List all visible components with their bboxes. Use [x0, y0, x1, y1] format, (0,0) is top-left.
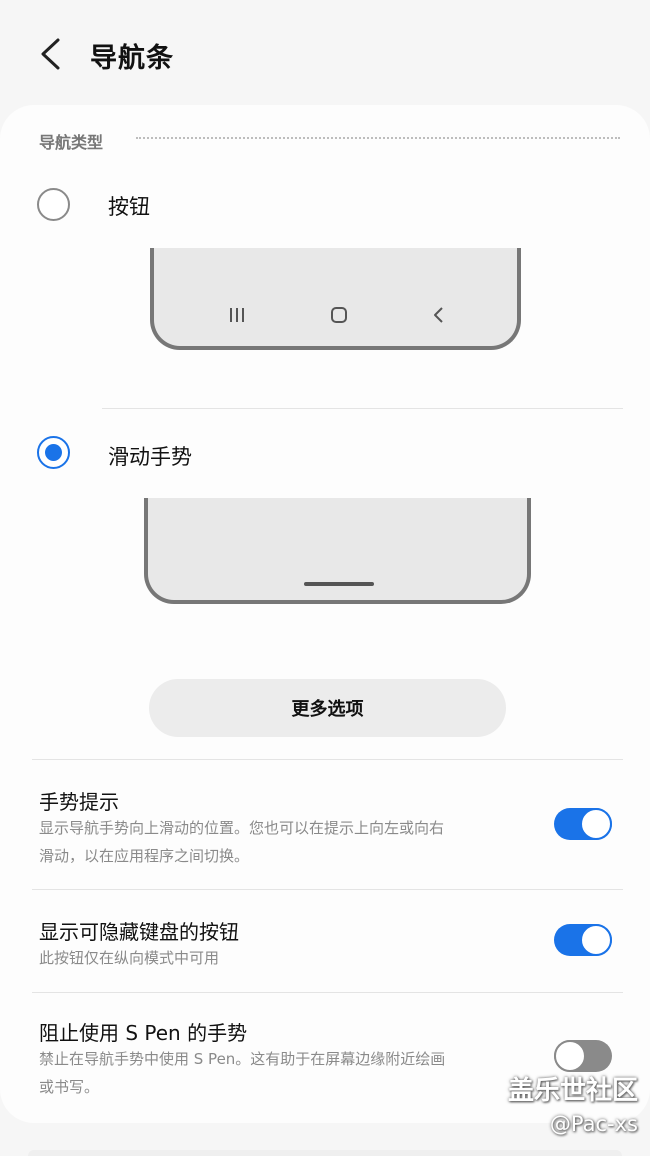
setting-divider	[32, 889, 623, 890]
gesture-hint-title[interactable]: 手势提示	[39, 786, 119, 815]
keyboard-hide-button-title[interactable]: 显示可隐藏键盘的按钮	[39, 916, 239, 945]
toggle-knob	[554, 1040, 586, 1072]
gesture-hint-bar	[304, 582, 374, 586]
home-icon	[331, 307, 347, 323]
block-spen-gestures-description-line1: 禁止在导航手势中使用 S Pen。这有助于在屏幕边缘附近绘画	[39, 1050, 446, 1068]
gesture-hint-description-line2: 滑动，以在应用程序之间切换。	[39, 847, 250, 865]
gesture-hint-toggle[interactable]	[554, 808, 612, 840]
gesture-nav-preview[interactable]	[144, 498, 531, 604]
chevron-left-icon	[41, 38, 60, 70]
section-divider-more	[32, 759, 623, 760]
radio-swipe-gestures-option[interactable]	[37, 436, 70, 469]
block-spen-gestures-description-line2: 或书写。	[39, 1078, 100, 1096]
back-button[interactable]	[30, 34, 70, 74]
toggle-knob	[580, 808, 612, 840]
block-spen-gestures-toggle[interactable]	[554, 1040, 612, 1072]
page-title: 导航条	[90, 43, 174, 74]
button-nav-preview[interactable]	[150, 248, 521, 350]
option-label-buttons[interactable]: 按钮	[108, 191, 150, 221]
option-label-swipe-gestures[interactable]: 滑动手势	[108, 441, 192, 471]
watermark-user: @Pac-xs	[549, 1112, 638, 1136]
section-divider	[136, 137, 620, 139]
option-divider	[102, 408, 623, 409]
next-card-edge	[28, 1150, 622, 1156]
keyboard-hide-button-toggle[interactable]	[554, 924, 612, 956]
app-header: 导航条	[0, 0, 650, 108]
gesture-hint-description-line1: 显示导航手势向上滑动的位置。您也可以在提示上向左或向右	[39, 819, 445, 837]
section-title: 导航类型	[39, 133, 104, 152]
radio-buttons-option[interactable]	[37, 188, 70, 221]
more-options-button[interactable]: 更多选项	[149, 679, 506, 737]
block-spen-gestures-title[interactable]: 阻止使用 S Pen 的手势	[39, 1017, 247, 1046]
keyboard-hide-button-description: 此按钮仅在纵向模式中可用	[39, 949, 220, 967]
toggle-knob	[580, 924, 612, 956]
back-nav-icon	[434, 307, 443, 323]
setting-divider	[32, 992, 623, 993]
watermark-brand: 盖乐世社区	[507, 1076, 638, 1106]
recents-icon	[230, 308, 244, 322]
